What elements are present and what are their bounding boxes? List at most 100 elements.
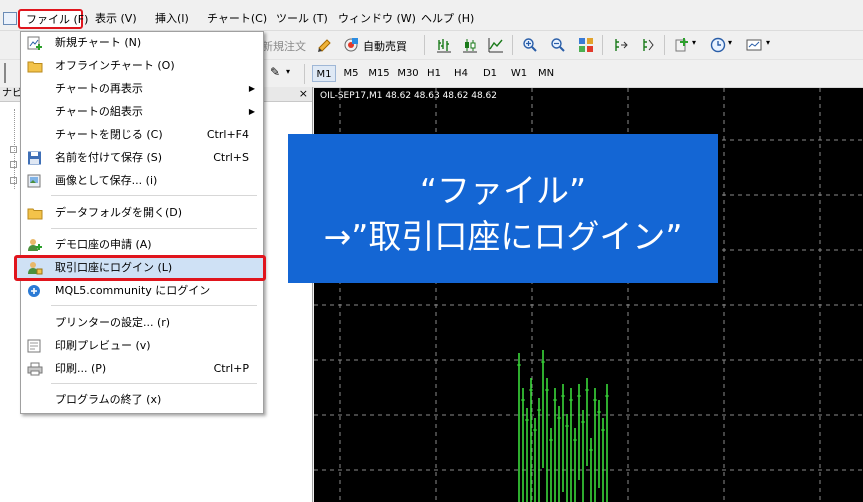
- toolbar-grip[interactable]: [4, 63, 6, 83]
- menu-item-label: プログラムの終了 (x): [55, 393, 162, 406]
- toolbar-separator: [512, 35, 513, 55]
- timeframe-w1[interactable]: W1: [508, 65, 530, 82]
- callout-line-2: →”取引口座にログイン”: [323, 217, 683, 256]
- candlestick-icon[interactable]: [462, 37, 478, 53]
- menu-item-save-as-picture[interactable]: 画像として保存... (i): [21, 170, 263, 192]
- tile-windows-icon[interactable]: [578, 37, 594, 53]
- timeframe-m30[interactable]: M30: [395, 65, 421, 82]
- clock-icon[interactable]: [710, 37, 726, 53]
- mql5-icon: [28, 285, 40, 297]
- callout-line-1: “ファイル”: [419, 171, 587, 210]
- timeframe-mn[interactable]: MN: [535, 65, 557, 82]
- navigator-title: ナビ: [2, 88, 22, 99]
- folder-open-icon: [27, 61, 43, 73]
- templates-dropdown-arrow[interactable]: ▾: [766, 38, 770, 47]
- auto-trade-label[interactable]: 自動売買: [363, 38, 407, 54]
- chart-shift-icon[interactable]: [612, 37, 628, 53]
- login-user-icon: [28, 262, 43, 275]
- menu-item-label: 新規チャート (N): [55, 36, 142, 49]
- menu-item-label: チャートの組表示: [55, 105, 143, 118]
- menu-item-reopen-chart[interactable]: チャートの再表示 ▶: [21, 78, 263, 100]
- menu-item-label: オフラインチャート (O): [55, 59, 175, 72]
- templates-icon[interactable]: [746, 37, 762, 53]
- menu-file[interactable]: ファイル (F): [18, 9, 88, 29]
- menu-separator: [51, 228, 257, 229]
- zoom-in-icon[interactable]: [522, 37, 538, 53]
- autoscroll-icon[interactable]: [640, 37, 656, 53]
- timeframe-m15[interactable]: M15: [366, 65, 392, 82]
- menu-item-open-data-folder[interactable]: データフォルダを開く(D): [21, 202, 263, 224]
- toolbar-separator: [304, 64, 305, 84]
- folder-icon: [27, 208, 43, 220]
- menu-tools[interactable]: ツール (T): [271, 11, 333, 27]
- line-chart-icon[interactable]: [488, 37, 504, 53]
- menu-item-shortcut: Ctrl+F4: [206, 128, 249, 141]
- zoom-out-icon[interactable]: [550, 37, 566, 53]
- menu-item-label: データフォルダを開く(D): [55, 206, 183, 219]
- menu-item-label: 印刷... (P): [55, 362, 107, 375]
- menu-window[interactable]: ウィンドウ (W): [333, 11, 421, 27]
- auto-trading-icon[interactable]: [343, 37, 359, 53]
- toolbar-separator: [664, 35, 665, 55]
- menu-item-label: プリンターの設定... (r): [55, 316, 171, 329]
- menu-item-close-chart[interactable]: チャートを閉じる (C) Ctrl+F4: [21, 124, 263, 146]
- menu-separator: [51, 195, 257, 196]
- menu-separator: [51, 383, 257, 384]
- new-order-label[interactable]: 新規注文: [262, 38, 306, 54]
- menu-item-shortcut: Ctrl+P: [213, 362, 249, 375]
- menu-item-offline-chart[interactable]: オフラインチャート (O): [21, 55, 263, 77]
- menu-charts[interactable]: チャート(C): [202, 11, 272, 27]
- menu-item-label: 名前を付けて保存 (S): [55, 151, 163, 164]
- toolbar-separator: [424, 35, 425, 55]
- line-tools-dropdown-arrow[interactable]: ▾: [286, 67, 290, 76]
- indicators-dropdown-arrow[interactable]: ▾: [692, 38, 696, 47]
- toolbar-separator: [602, 35, 603, 55]
- menu-item-shortcut: Ctrl+S: [213, 151, 249, 164]
- menu-separator: [51, 305, 257, 306]
- instruction-callout: “ファイル” →”取引口座にログイン”: [288, 134, 718, 283]
- menu-item-print[interactable]: 印刷... (P) Ctrl+P: [21, 358, 263, 380]
- close-icon[interactable]: ×: [299, 87, 308, 101]
- menu-item-open-demo-account[interactable]: デモ口座の申請 (A): [21, 234, 263, 256]
- menu-item-label: チャートの再表示: [55, 82, 143, 95]
- save-picture-icon: [27, 174, 41, 188]
- submenu-arrow-icon: ▶: [248, 107, 255, 116]
- menu-item-label: 印刷プレビュー (v): [55, 339, 151, 352]
- tree-guide-line: [14, 109, 16, 189]
- menu-item-printer-setup[interactable]: プリンターの設定... (r): [21, 312, 263, 334]
- menu-item-login-mql5-community[interactable]: MQL5.community にログイン: [21, 280, 263, 302]
- file-menu-items: 新規チャート (N) オフラインチャート (O) チャートの再表示 ▶ チャート…: [21, 32, 263, 413]
- timeframe-h4[interactable]: H4: [451, 65, 471, 82]
- window-top-strip: [0, 0, 863, 8]
- line-tools-icon[interactable]: ✎: [270, 65, 280, 79]
- menu-item-label: 画像として保存... (i): [55, 174, 158, 187]
- menu-item-label: デモ口座の申請 (A): [55, 238, 152, 251]
- submenu-arrow-icon: ▶: [248, 84, 255, 93]
- menu-item-label: チャートを閉じる (C): [55, 128, 163, 141]
- timeframe-m1[interactable]: M1: [312, 65, 336, 82]
- printer-icon: [27, 362, 43, 376]
- menu-insert[interactable]: 挿入(I): [150, 11, 194, 27]
- menu-help[interactable]: ヘルプ (H): [416, 11, 479, 27]
- pencil-icon[interactable]: [317, 37, 333, 53]
- menu-view[interactable]: 表示 (V): [90, 11, 142, 27]
- app-icon: [3, 12, 17, 25]
- menu-item-print-preview[interactable]: 印刷プレビュー (v): [21, 335, 263, 357]
- menu-item-label: MQL5.community にログイン: [55, 284, 211, 297]
- indicators-icon[interactable]: [674, 37, 690, 53]
- timeframe-m5[interactable]: M5: [340, 65, 362, 82]
- floppy-disk-icon: [28, 151, 41, 165]
- timeframe-h1[interactable]: H1: [424, 65, 444, 82]
- new-chart-icon: [27, 36, 42, 50]
- periods-dropdown-arrow[interactable]: ▾: [728, 38, 732, 47]
- menu-item-exit[interactable]: プログラムの終了 (x): [21, 389, 263, 411]
- print-preview-icon: [27, 339, 41, 353]
- timeframe-d1[interactable]: D1: [480, 65, 500, 82]
- menu-item-new-chart[interactable]: 新規チャート (N): [21, 32, 263, 54]
- menu-item-save-as[interactable]: 名前を付けて保存 (S) Ctrl+S: [21, 147, 263, 169]
- demo-account-icon: [28, 239, 42, 251]
- menu-item-label: 取引口座にログイン (L): [55, 261, 173, 274]
- bar-chart-icon[interactable]: [436, 37, 452, 53]
- menu-item-profiles[interactable]: チャートの組表示 ▶: [21, 101, 263, 123]
- menu-item-login-trade-account[interactable]: 取引口座にログイン (L): [21, 257, 263, 279]
